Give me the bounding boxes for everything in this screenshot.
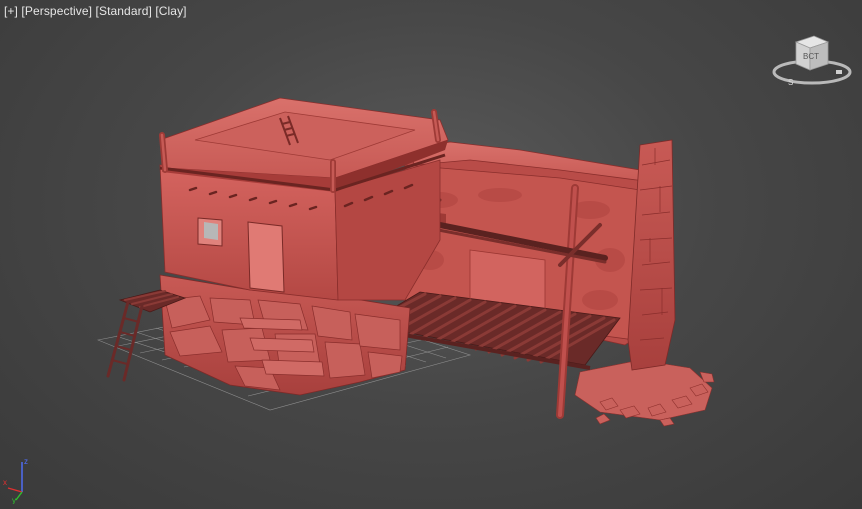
y-axis-label: y — [12, 496, 16, 504]
left-building — [159, 97, 449, 301]
rubble-pile — [574, 359, 715, 427]
viewcube[interactable]: BCT S — [770, 30, 854, 90]
x-axis-label: x — [3, 478, 7, 487]
viewcube-compass-label: S — [788, 78, 793, 87]
viewcube-home-icon[interactable] — [836, 70, 842, 74]
scene-render[interactable] — [0, 0, 862, 509]
perspective-viewport[interactable]: [+] [Perspective] [Standard] [Clay] BCT … — [0, 0, 862, 509]
axis-tripod: z x y — [3, 457, 28, 504]
y-axis-line — [15, 491, 23, 501]
z-axis-label: z — [24, 457, 28, 466]
x-axis-line — [7, 487, 23, 493]
viewcube-face-label: BCT — [803, 52, 819, 61]
